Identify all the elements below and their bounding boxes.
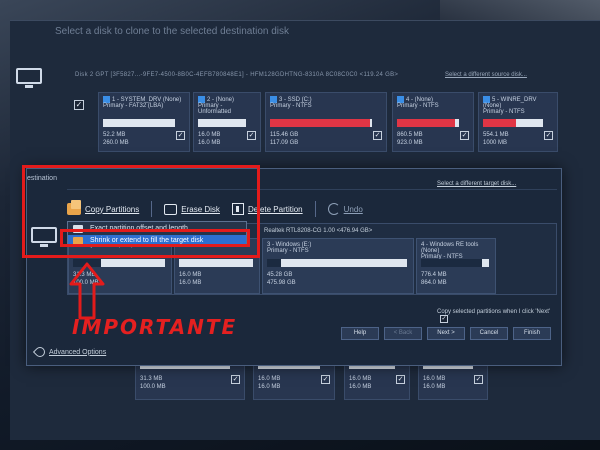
copy-selected-checkbox[interactable]: ✓ (440, 315, 448, 323)
usage-bar (397, 119, 459, 127)
partition-size: 16.0 MB 16.0 MB (349, 376, 372, 390)
select-source-disk-link[interactable]: Select a different source disk... (445, 72, 527, 78)
partition-size: 554.1 MB 1000 MB (483, 132, 509, 146)
source-disk-checkbox[interactable]: ✓ (74, 100, 84, 110)
help-button[interactable]: Help (341, 327, 379, 340)
usage-bar-fill (483, 119, 516, 127)
background-heading: Select a disk to clone to the selected d… (55, 26, 290, 37)
usage-bar (483, 119, 543, 127)
source-partition[interactable]: 2 - (None) Primary - Unformatted 16.0 MB 16… (193, 92, 261, 152)
monitor-icon (16, 68, 42, 90)
highlight-box-option (60, 229, 250, 247)
source-partition[interactable]: 4 - (None) Primary - NTFS 860.5 MB 923.0 MB… (392, 92, 474, 152)
windows-icon (270, 96, 277, 103)
toolbar-separator (314, 201, 316, 217)
usage-bar-fill (103, 119, 118, 127)
undo-icon (327, 203, 340, 215)
partition-checkbox[interactable]: ✓ (460, 131, 469, 140)
partition-type: Primary - NTFS (483, 109, 525, 116)
arrow-up-icon (69, 262, 105, 320)
partition-checkbox[interactable]: ✓ (176, 131, 185, 140)
advanced-options-link[interactable]: Advanced Options (32, 344, 107, 360)
partition-name: 3 - SSD (C:) (270, 96, 382, 103)
usage-bar-fill (267, 259, 281, 267)
partition-size: 860.5 MB 923.0 MB (397, 132, 423, 146)
source-partition[interactable]: 1 - SYSTEM_DRV (None) Primary - FAT32 (LB… (98, 92, 190, 152)
usage-bar (179, 259, 253, 267)
undo-button[interactable]: Undo (327, 203, 363, 215)
partition-type: Primary - Unformatted (198, 103, 232, 116)
partition-size: 115.46 GB 117.09 GB (270, 132, 299, 146)
windows-icon (483, 96, 490, 103)
partition-checkbox[interactable]: ✓ (247, 131, 256, 140)
partition-checkbox: ✓ (474, 375, 483, 384)
dialog-buttons: Help < Back Next > Cancel Finish (341, 327, 551, 340)
finish-button[interactable]: Finish (513, 327, 551, 340)
destination-disk-title: Realtek RTL8208-CG 1.00 <476.94 GB> (264, 228, 373, 234)
usage-bar-fill (270, 119, 370, 127)
partition-checkbox: ✓ (396, 375, 405, 384)
partition-name: 1 - SYSTEM_DRV (None) (103, 96, 185, 103)
usage-bar (198, 119, 246, 127)
undo-label: Undo (343, 204, 363, 214)
partition-type: Primary - NTFS (270, 103, 312, 110)
destination-partition[interactable]: 4 - Windows RE tools (None) Primary - NTF… (416, 238, 496, 294)
partition-name: 4 - Windows RE tools (None) (421, 242, 479, 254)
partition-type: Primary - NTFS (397, 103, 439, 110)
source-partition[interactable]: 5 - WINRE_DRV (None) Primary - NTFS 554.1 … (478, 92, 558, 152)
usage-bar-fill (397, 119, 455, 127)
back-button[interactable]: < Back (384, 327, 422, 340)
windows-icon (103, 96, 110, 103)
destination-partition[interactable]: 3 - Windows (E:) Primary - NTFS 45.28 GB 47… (262, 238, 414, 294)
partition-type: Primary - NTFS (267, 248, 309, 254)
select-target-disk-link[interactable]: Select a different target disk... (437, 181, 516, 187)
partition-size: 16.0 MB 16.0 MB (423, 376, 446, 390)
source-disk-title: Disk 2 GPT [3F5827...-9FE7-4500-8B0C-4EF… (75, 72, 399, 78)
partition-size: 776.4 MB 864.0 MB (421, 272, 447, 286)
copy-selected-label: Copy selected partitions when I click 'N… (437, 309, 551, 315)
windows-icon (198, 96, 205, 103)
partition-size: 31.3 MB 100.0 MB (140, 376, 166, 390)
windows-icon (397, 96, 404, 103)
wrench-icon (32, 344, 48, 360)
partition-size: 16.0 MB 16.0 MB (179, 272, 202, 286)
next-button[interactable]: Next > (427, 327, 465, 340)
usage-bar-fill (421, 259, 483, 267)
partition-name: 2 - (None) (198, 96, 256, 103)
usage-bar (421, 259, 489, 267)
usage-bar (103, 119, 175, 127)
partition-type: Primary - FAT32 (LBA) (103, 103, 164, 110)
cancel-button[interactable]: Cancel (470, 327, 508, 340)
advanced-options-label: Advanced Options (49, 348, 107, 356)
partition-checkbox[interactable]: ✓ (544, 131, 553, 140)
partition-size: 45.28 GB 475.98 GB (267, 272, 296, 286)
partition-checkbox[interactable]: ✓ (373, 131, 382, 140)
copy-selected-option: Copy selected partitions when I click 'N… (437, 309, 561, 323)
partition-checkbox: ✓ (231, 375, 240, 384)
source-partition[interactable]: 3 - SSD (C:) Primary - NTFS 115.46 GB 117.0… (265, 92, 387, 152)
usage-bar (270, 119, 372, 127)
partition-size: 16.0 MB 16.0 MB (198, 132, 221, 146)
annotation-text: IMPORTANTE (72, 315, 238, 339)
partition-checkbox: ✓ (321, 375, 330, 384)
partition-name: 4 - (None) (397, 96, 469, 103)
partition-name: 5 - WINRE_DRV (None) (483, 96, 537, 110)
partition-size: 16.0 MB 16.0 MB (258, 376, 281, 390)
partition-size: 52.2 MB 260.0 MB (103, 132, 129, 146)
usage-bar (267, 259, 407, 267)
